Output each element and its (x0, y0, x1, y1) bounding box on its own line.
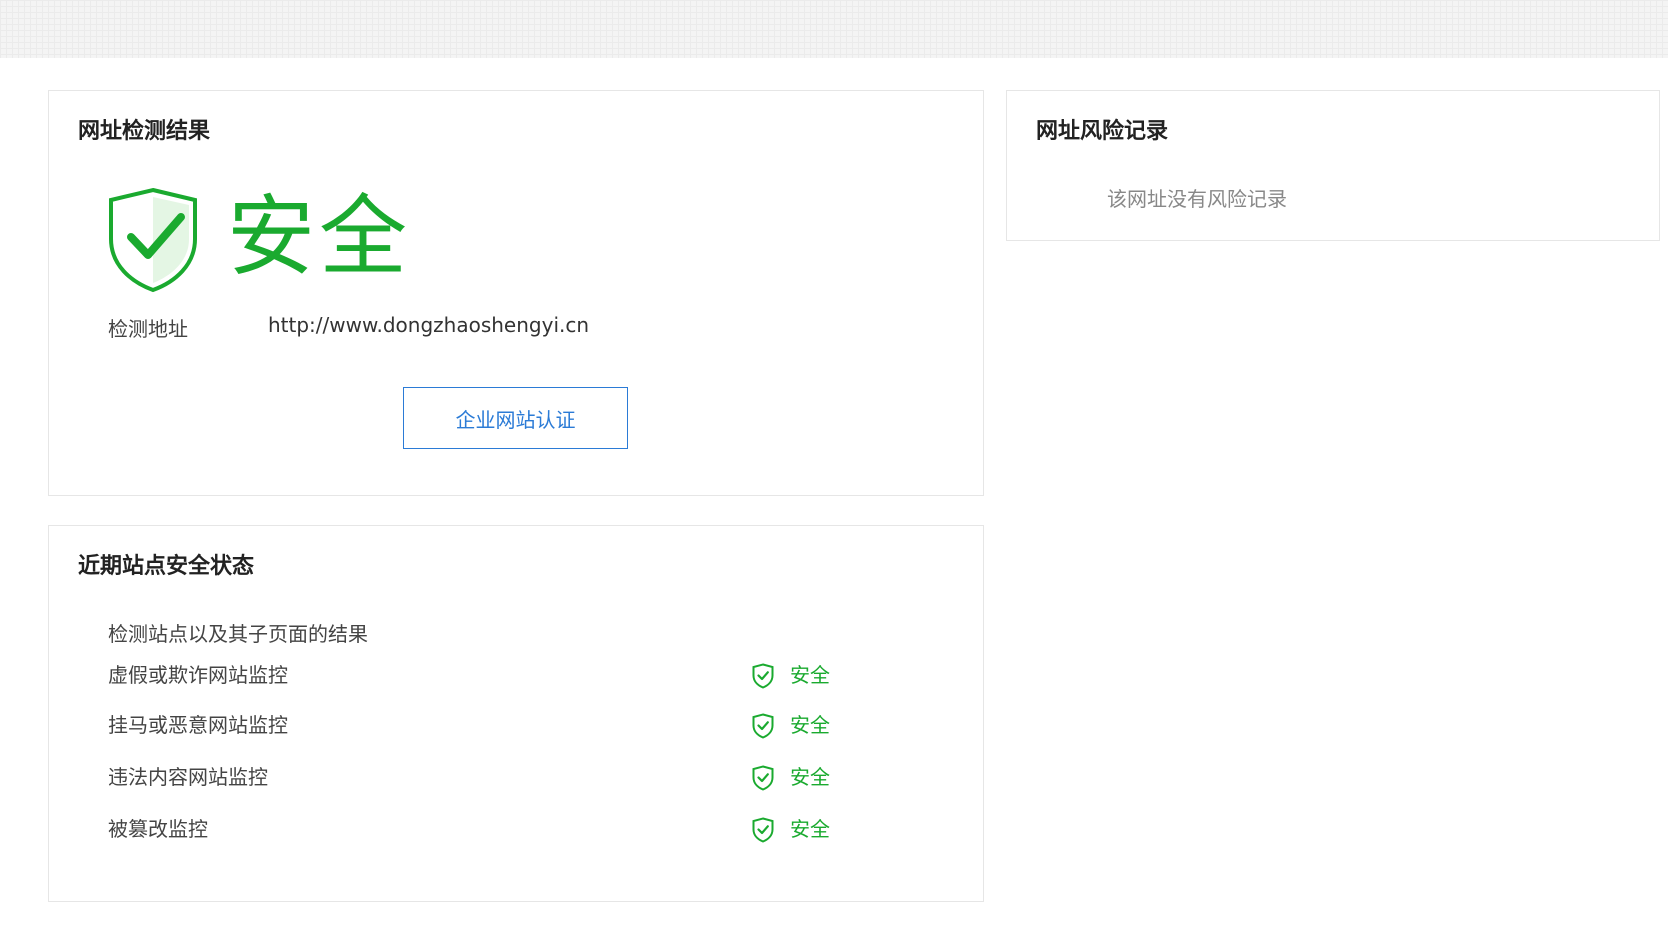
shield-check-icon (752, 663, 774, 689)
top-background-strip (0, 0, 1668, 58)
status-row: 被篡改监控 安全 (108, 814, 868, 844)
status-row-value: 安全 (790, 663, 830, 687)
shield-check-icon (752, 817, 774, 843)
site-security-status-card: 近期站点安全状态 检测站点以及其子页面的结果 虚假或欺诈网站监控 安全 挂马或恶… (48, 525, 984, 902)
status-row: 虚假或欺诈网站监控 安全 (108, 660, 868, 690)
status-row-label: 违法内容网站监控 (108, 765, 268, 789)
status-row-label: 虚假或欺诈网站监控 (108, 663, 288, 687)
url-label: 检测地址 (108, 317, 188, 341)
status-row-value: 安全 (790, 713, 830, 737)
url-result-title: 网址检测结果 (78, 119, 211, 144)
shield-check-icon (752, 765, 774, 791)
status-row-label: 被篡改监控 (108, 817, 208, 841)
risk-record-title: 网址风险记录 (1036, 119, 1169, 144)
status-row-value: 安全 (790, 765, 830, 789)
url-result-card: 网址检测结果 安全 检测地址 http://www.dongzhaoshengy… (48, 90, 984, 496)
url-value: http://www.dongzhaoshengyi.cn (268, 313, 590, 337)
safety-status-text: 安全 (227, 185, 412, 288)
risk-record-empty-text: 该网址没有风险记录 (1107, 187, 1287, 211)
shield-check-icon (109, 187, 197, 293)
status-row: 挂马或恶意网站监控 安全 (108, 710, 868, 740)
site-status-subtitle: 检测站点以及其子页面的结果 (108, 622, 368, 646)
site-status-title: 近期站点安全状态 (78, 554, 255, 579)
status-row: 违法内容网站监控 安全 (108, 762, 868, 792)
status-row-value: 安全 (790, 817, 830, 841)
enterprise-certification-button[interactable]: 企业网站认证 (403, 387, 628, 449)
shield-check-icon (752, 713, 774, 739)
status-row-label: 挂马或恶意网站监控 (108, 713, 288, 737)
url-risk-record-card: 网址风险记录 该网址没有风险记录 (1006, 90, 1660, 241)
